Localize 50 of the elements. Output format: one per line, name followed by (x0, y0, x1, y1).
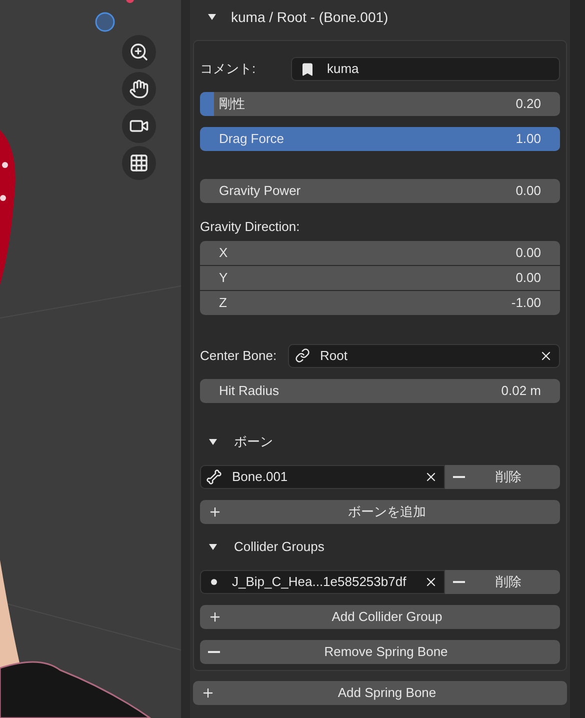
minus-icon (208, 650, 220, 652)
slider-value: -1.00 (511, 294, 541, 312)
slider-label: Z (219, 294, 227, 312)
slider-label: X (219, 244, 228, 262)
panel-title[interactable]: kuma / Root - (Bone.001) (231, 6, 388, 28)
slider-value: 1.00 (516, 130, 541, 148)
minus-icon (453, 580, 465, 582)
add-spring-bone-button[interactable]: Add Spring Bone (193, 680, 567, 704)
item-field[interactable]: J_Bip_C_Hea...1e585253b7df (200, 570, 445, 594)
plus-icon (208, 504, 222, 518)
minus-icon (453, 476, 465, 478)
slider-label: 剛性 (219, 95, 245, 114)
dot-icon (211, 578, 217, 584)
gravity-direction-label: Gravity Direction: (200, 218, 301, 236)
section-title[interactable]: Collider Groups (234, 536, 324, 556)
slider-value: 0.00 (516, 182, 541, 200)
slider-field[interactable]: 剛性 0.20 (200, 92, 560, 116)
slider-field[interactable]: Hit Radius 0.02 m (200, 378, 560, 402)
slider-label: Gravity Power (219, 182, 301, 200)
remove-button[interactable]: 削除 (445, 464, 560, 488)
disclosure-triangle-icon[interactable] (208, 542, 218, 552)
plus-icon (201, 686, 215, 700)
item-field[interactable]: Bone.001 (200, 464, 445, 488)
slider-field[interactable]: Z -1.00 (200, 290, 560, 314)
slider-field[interactable]: Gravity Power 0.00 (200, 179, 560, 203)
slider-label: Hit Radius (219, 382, 279, 400)
center-bone-field[interactable]: Root (288, 344, 560, 368)
section-title[interactable]: ボーン (234, 432, 273, 452)
comment-label: コメント: (200, 60, 257, 78)
slider-value: 0.00 (516, 268, 541, 287)
bone-icon (206, 468, 222, 484)
disclosure-triangle-icon[interactable] (207, 12, 217, 22)
slider-value: 0.02 m (501, 382, 541, 400)
link-icon (295, 348, 310, 363)
remove-button[interactable]: 削除 (445, 570, 560, 594)
plus-icon (208, 610, 222, 624)
comment-field[interactable]: kuma (291, 57, 560, 81)
center-bone-label: Center Bone: (200, 346, 278, 365)
add-button[interactable]: Add Collider Group (200, 604, 560, 628)
slider-field[interactable]: Drag Force 1.00 (200, 127, 560, 151)
slider-field[interactable]: Y 0.00 (200, 266, 560, 290)
slider-label: Y (219, 268, 228, 287)
remove-spring-bone-button[interactable]: Remove Spring Bone (200, 640, 560, 664)
add-button[interactable]: ボーンを追加 (200, 500, 560, 524)
slider-value: 0.00 (516, 244, 541, 262)
slider-field[interactable]: X 0.00 (200, 240, 560, 264)
slider-label: Drag Force (219, 130, 284, 148)
disclosure-triangle-icon[interactable] (208, 436, 218, 446)
bookmark-icon (300, 62, 315, 76)
slider-value: 0.20 (516, 95, 541, 114)
